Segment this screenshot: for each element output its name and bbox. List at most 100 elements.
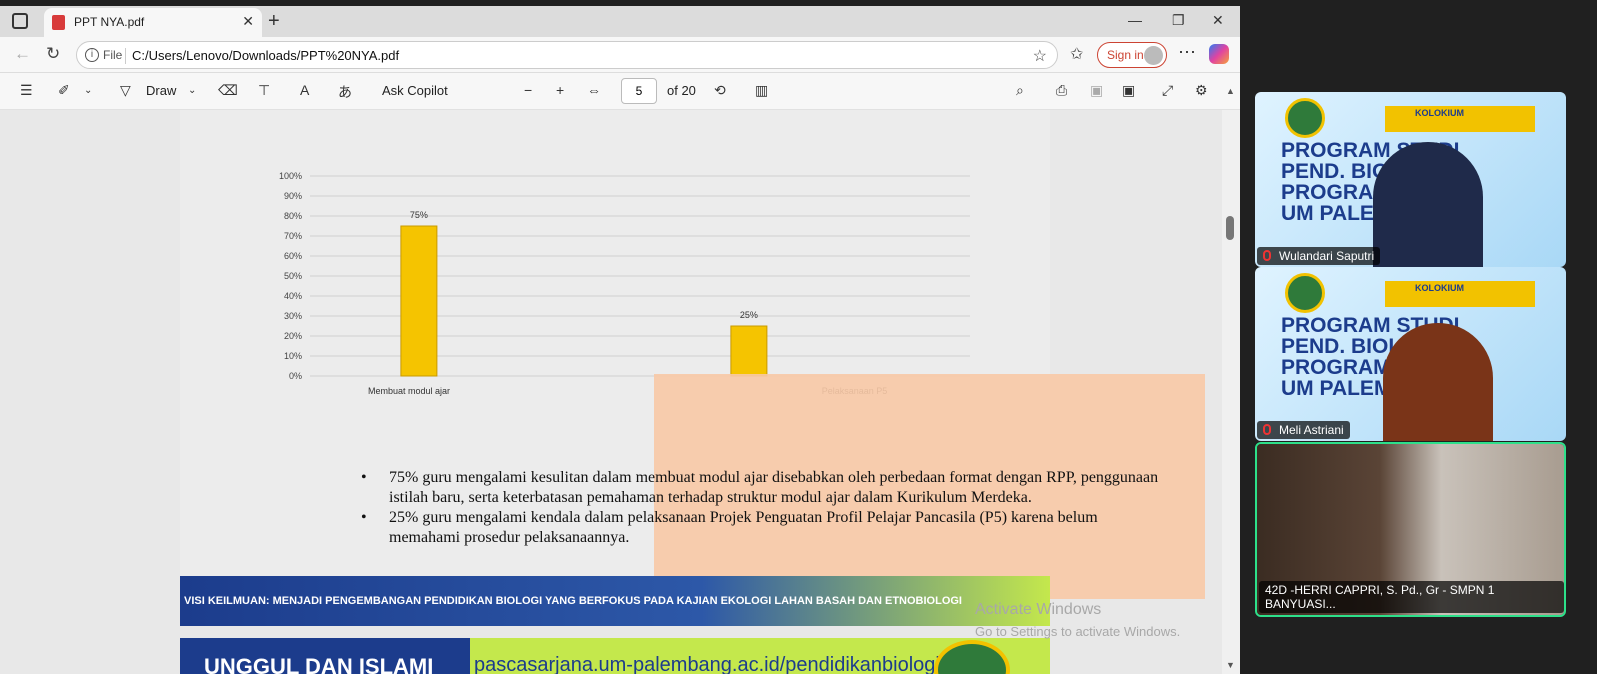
zoom-out-icon[interactable]: − bbox=[524, 82, 532, 98]
tab-close-icon[interactable]: ✕ bbox=[242, 13, 254, 30]
favorites-icon[interactable]: ✩ bbox=[1070, 44, 1083, 64]
y-tick-label: 60% bbox=[284, 251, 302, 261]
browser-window: PPT NYA.pdf ✕ + — ❐ ✕ ← ↻ i File C:/User… bbox=[0, 6, 1240, 674]
participant-name: Meli Astriani bbox=[1257, 421, 1350, 439]
print-icon[interactable]: ⎙ bbox=[1056, 82, 1067, 99]
sign-in-label: Sign in bbox=[1107, 48, 1144, 62]
sign-in-button[interactable]: Sign in bbox=[1097, 42, 1167, 68]
fit-width-icon[interactable]: ⇔ bbox=[587, 82, 601, 98]
page-view-icon[interactable]: ▥ bbox=[755, 82, 768, 99]
participant-video bbox=[1383, 323, 1493, 441]
scroll-up-icon[interactable]: ▲ bbox=[1226, 86, 1235, 96]
scrollbar[interactable]: ▲ ▼ bbox=[1222, 86, 1240, 674]
page-total: of 20 bbox=[667, 83, 696, 98]
tab-strip: PPT NYA.pdf ✕ + — ❐ ✕ bbox=[0, 6, 1240, 37]
restore-icon[interactable]: ❐ bbox=[1172, 12, 1185, 29]
meeting-participants-panel: KOLOKIUM PROGRAM STUDI PEND. BIOLOGI PRO… bbox=[1240, 0, 1597, 674]
info-icon[interactable]: i bbox=[85, 48, 99, 62]
y-tick-label: 100% bbox=[279, 171, 302, 181]
eraser-icon[interactable]: ⌫ bbox=[218, 82, 238, 99]
banner-text: VISI KEILMUAN: MENJADI PENGEMBANGAN PEND… bbox=[184, 595, 962, 607]
new-tab-icon[interactable]: + bbox=[268, 10, 280, 33]
refresh-icon[interactable]: ↻ bbox=[46, 44, 60, 64]
activate-windows-watermark: Activate Windows bbox=[975, 601, 1102, 618]
ask-copilot-button[interactable]: Ask Copilot bbox=[382, 83, 448, 98]
rotate-icon[interactable]: ⟲ bbox=[714, 82, 726, 99]
contents-icon[interactable]: ☰ bbox=[20, 82, 33, 99]
bar bbox=[730, 325, 768, 377]
draw-icon[interactable]: ▽ bbox=[120, 82, 131, 99]
next-url: pascasarjana.um-palembang.ac.id/pendidik… bbox=[474, 654, 946, 674]
data-label: 75% bbox=[410, 210, 428, 220]
search-icon[interactable]: ⌕ bbox=[1016, 82, 1024, 99]
y-tick-label: 40% bbox=[284, 291, 302, 301]
participant-tile[interactable]: KOLOKIUM PROGRAM STUDI PEND. BIOLOGI PRO… bbox=[1255, 92, 1566, 267]
more-icon[interactable]: ⋯ bbox=[1178, 42, 1196, 63]
close-window-icon[interactable]: ✕ bbox=[1212, 12, 1224, 29]
settings-gear-icon[interactable]: ⚙ bbox=[1195, 82, 1208, 99]
scroll-down-icon[interactable]: ▼ bbox=[1226, 660, 1235, 670]
participant-name: 42D -HERRI CAPPRI, S. Pd., Gr - SMPN 1 B… bbox=[1259, 581, 1564, 613]
y-tick-label: 10% bbox=[284, 351, 302, 361]
y-tick-label: 0% bbox=[289, 371, 302, 381]
scrollbar-thumb[interactable] bbox=[1226, 216, 1234, 240]
university-logo bbox=[1285, 98, 1325, 138]
read-aloud-icon[interactable]: A bbox=[300, 82, 309, 98]
divider bbox=[125, 48, 126, 64]
address-field[interactable]: i File C:/Users/Lenovo/Downloads/PPT%20N… bbox=[76, 41, 1058, 69]
zoom-in-icon[interactable]: + bbox=[556, 82, 564, 98]
participant-tile-active[interactable]: 42D -HERRI CAPPRI, S. Pd., Gr - SMPN 1 B… bbox=[1255, 442, 1566, 617]
bar bbox=[400, 225, 438, 377]
name-label: Wulandari Saputri bbox=[1279, 249, 1375, 263]
minimize-icon[interactable]: — bbox=[1128, 12, 1142, 28]
tab-actions-icon[interactable] bbox=[12, 13, 28, 29]
activate-windows-hint: Go to Settings to activate Windows. bbox=[975, 624, 1181, 639]
pdf-toolbar: ☰ ✐ ⌄ ▽ Draw ⌄ ⌫ ⊤ A あ Ask Copilot − + ⇔… bbox=[0, 73, 1240, 110]
pdf-viewer[interactable]: 0% 10% 20% 30% 40% 50% 60% 70% 80% 90% 100% 75% 25% M… bbox=[0, 110, 1222, 674]
participant-tile[interactable]: KOLOKIUM PROGRAM STUDI PEND. BIOLOGI PRO… bbox=[1255, 267, 1566, 441]
pdf-icon bbox=[52, 15, 65, 30]
kolokium-banner: KOLOKIUM bbox=[1385, 106, 1535, 132]
next-pdf-page: UNGGUL DAN ISLAMI pascasarjana.um-palemb… bbox=[180, 638, 1050, 674]
y-tick-label: 30% bbox=[284, 311, 302, 321]
bullet-list: 75% guru mengalami kesulitan dalam membu… bbox=[361, 468, 1161, 548]
next-title: UNGGUL DAN ISLAMI bbox=[204, 654, 434, 674]
pdf-page: 0% 10% 20% 30% 40% 50% 60% 70% 80% 90% 100% 75% 25% M… bbox=[180, 110, 1205, 626]
list-item: 75% guru mengalami kesulitan dalam membu… bbox=[361, 468, 1161, 508]
fullscreen-icon[interactable]: ⤢ bbox=[1162, 82, 1173, 99]
kolokium-label: KOLOKIUM bbox=[1415, 283, 1464, 293]
chevron-down-icon[interactable]: ⌄ bbox=[188, 85, 196, 96]
data-label: 25% bbox=[740, 310, 758, 320]
highlight-icon[interactable]: ✐ bbox=[58, 82, 70, 99]
address-bar-row: ← ↻ i File C:/Users/Lenovo/Downloads/PPT… bbox=[0, 37, 1240, 73]
y-tick-label: 80% bbox=[284, 211, 302, 221]
chevron-down-icon[interactable]: ⌄ bbox=[84, 85, 92, 96]
y-tick-label: 50% bbox=[284, 271, 302, 281]
scheme-label: File bbox=[103, 48, 123, 62]
tab-title: PPT NYA.pdf bbox=[74, 15, 145, 29]
list-item: 25% guru mengalami kendala dalam pelaksa… bbox=[361, 508, 1161, 548]
translate-icon[interactable]: あ bbox=[338, 82, 352, 102]
save-icon[interactable]: ▣ bbox=[1090, 82, 1103, 99]
y-tick-label: 70% bbox=[284, 231, 302, 241]
kolokium-banner: KOLOKIUM bbox=[1385, 281, 1535, 307]
vision-banner: VISI KEILMUAN: MENJADI PENGEMBANGAN PEND… bbox=[180, 576, 1050, 626]
y-tick-label: 90% bbox=[284, 191, 302, 201]
x-tick-label: Membuat modul ajar bbox=[368, 386, 450, 396]
participant-name: Wulandari Saputri bbox=[1257, 247, 1381, 265]
participant-video bbox=[1373, 142, 1483, 267]
save-as-icon[interactable]: ▣ bbox=[1122, 82, 1135, 99]
favorite-star-icon[interactable]: ☆ bbox=[1033, 46, 1047, 66]
name-label: Meli Astriani bbox=[1279, 423, 1344, 437]
mic-off-icon bbox=[1263, 424, 1271, 435]
copilot-icon[interactable] bbox=[1209, 44, 1229, 64]
mic-off-icon bbox=[1263, 250, 1271, 261]
draw-label[interactable]: Draw bbox=[146, 83, 176, 98]
back-icon[interactable]: ← bbox=[14, 44, 31, 64]
url-text[interactable]: C:/Users/Lenovo/Downloads/PPT%20NYA.pdf bbox=[132, 48, 399, 63]
tab-pdf[interactable]: PPT NYA.pdf ✕ bbox=[44, 8, 262, 37]
y-tick-label: 20% bbox=[284, 331, 302, 341]
page-number-input[interactable]: 5 bbox=[621, 78, 657, 104]
name-label: 42D -HERRI CAPPRI, S. Pd., Gr - SMPN 1 B… bbox=[1265, 583, 1495, 611]
text-box-icon[interactable]: ⊤ bbox=[258, 82, 270, 99]
